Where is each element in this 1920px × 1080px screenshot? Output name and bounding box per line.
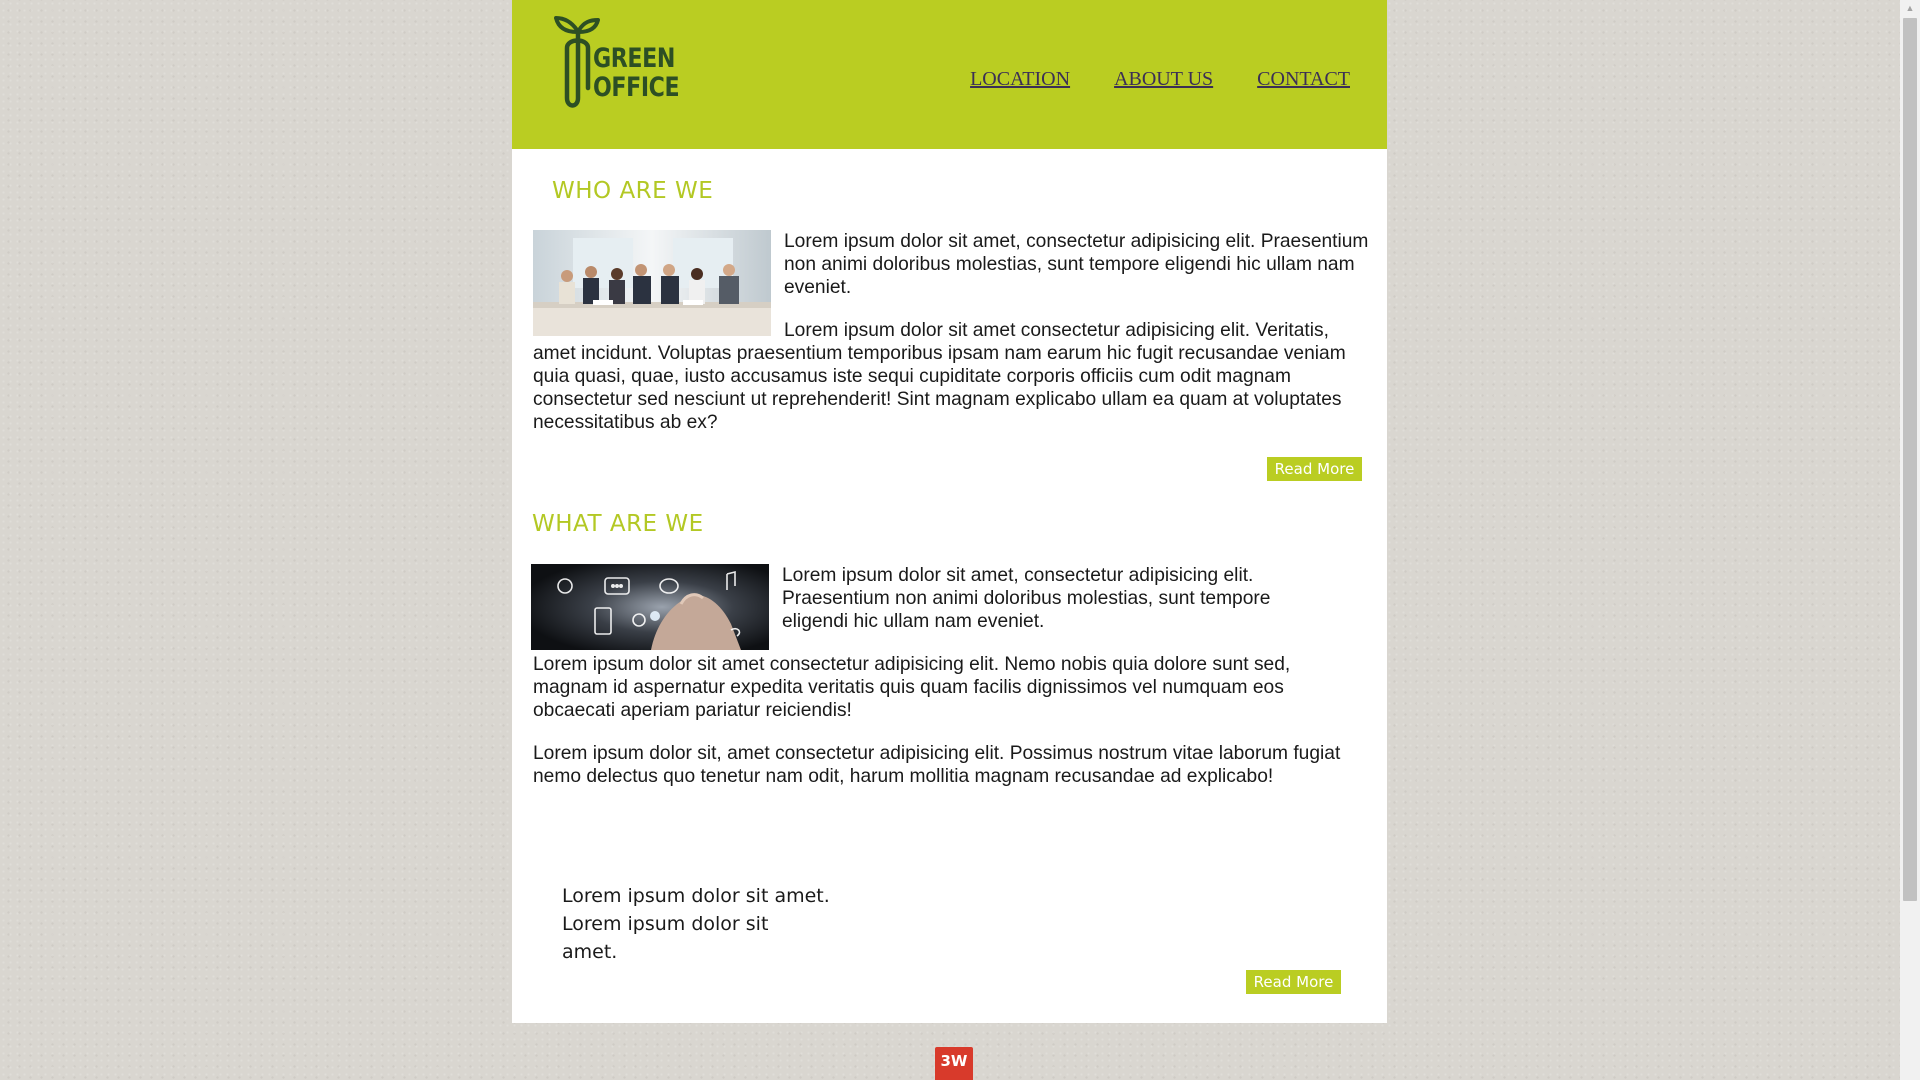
what-para-1: Lorem ipsum dolor sit amet, consectetur … <box>782 565 1271 632</box>
logo-line-1: GREEN <box>593 43 675 74</box>
what-para-3: Lorem ipsum dolor sit, amet consectetur … <box>533 743 1341 787</box>
logo-line-2: OFFICE <box>593 72 680 103</box>
quote-line-3: amet. <box>562 941 618 963</box>
main-nav: LOCATION ABOUT US CONTACT <box>970 68 1350 91</box>
3w-academy-badge[interactable]: 3W <box>935 1047 973 1080</box>
touch-tech-photo <box>531 564 769 650</box>
scrollbar-thumb[interactable] <box>1903 18 1917 901</box>
who-are-we-heading: WHO ARE WE <box>552 178 714 204</box>
logo-wordmark: GREEN OFFICE <box>593 43 680 103</box>
nav-location-link[interactable]: LOCATION <box>970 68 1070 91</box>
vertical-scrollbar[interactable]: ▲ <box>1900 0 1920 1080</box>
read-more-button-2[interactable]: Read More <box>1246 970 1341 994</box>
site-header: GREEN OFFICE LOCATION ABOUT US CONTACT <box>512 0 1387 149</box>
what-are-we-heading: WHAT ARE WE <box>532 511 704 537</box>
quote-block: Lorem ipsum dolor sit amet. Lorem ipsum … <box>562 882 842 966</box>
read-more-button[interactable]: Read More <box>1267 457 1362 481</box>
who-para-2: Lorem ipsum dolor sit amet consectetur a… <box>533 320 1346 433</box>
nav-contact-link[interactable]: CONTACT <box>1257 68 1350 91</box>
quote-line-1: Lorem ipsum dolor sit amet. <box>562 885 830 907</box>
scroll-up-arrow-icon[interactable]: ▲ <box>1900 0 1920 17</box>
quote-line-2: Lorem ipsum dolor sit <box>562 913 769 935</box>
what-para-2: Lorem ipsum dolor sit amet consectetur a… <box>533 654 1291 721</box>
who-para-1: Lorem ipsum dolor sit amet, consectetur … <box>784 231 1369 298</box>
page-container: GREEN OFFICE LOCATION ABOUT US CONTACT W… <box>512 0 1387 1023</box>
green-office-logo[interactable]: GREEN OFFICE <box>552 8 702 118</box>
nav-about-us-link[interactable]: ABOUT US <box>1114 68 1213 91</box>
